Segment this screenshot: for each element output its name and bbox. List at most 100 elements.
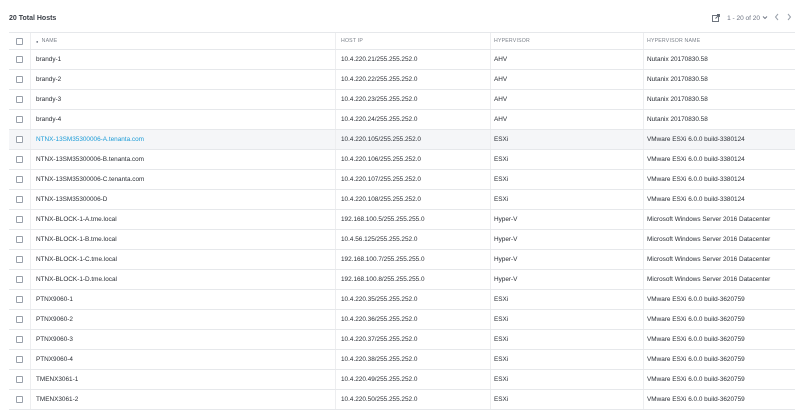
hypervisor-cell: Hyper-V	[494, 230, 644, 249]
hypervisor: ESXi	[494, 316, 509, 323]
table-row[interactable]: brandy-2 10.4.220.22/255.255.252.0 AHV Nuta…	[9, 70, 795, 90]
table-row[interactable]: NTNX-13SM35300006-D 10.4.220.108/255.255.…	[9, 190, 795, 210]
host-name: TMENX3061-1	[36, 376, 79, 383]
table-header-row: ● Name Host IP Hypervisor Hypervisor Nam…	[9, 32, 795, 50]
host-ip-cell: 192.168.100.8/255.255.255.0	[341, 270, 491, 289]
sort-icon: ●	[36, 38, 39, 44]
chevron-right-icon[interactable]	[786, 13, 792, 23]
hypervisor-cell: Hyper-V	[494, 250, 644, 269]
host-ip-cell: 192.168.100.5/255.255.255.0	[341, 210, 491, 229]
total-hosts-label: 20 Total Hosts	[9, 15, 57, 22]
host-ip: 10.4.220.106/255.255.252.0	[341, 156, 421, 163]
table-row[interactable]: NTNX-13SM35300006-B.tenanta.com 10.4.220.…	[9, 150, 795, 170]
row-checkbox[interactable]	[16, 296, 23, 303]
table-tools: 1 - 20 of 20	[711, 13, 792, 23]
column-header-name[interactable]: ● Name	[36, 33, 336, 49]
column-header-hypervisor-name[interactable]: Hypervisor Name	[647, 33, 795, 49]
row-checkbox[interactable]	[16, 136, 23, 143]
row-select-cell	[9, 250, 31, 269]
host-name-cell: NTNX-13SM35300006-D	[36, 190, 336, 209]
hosts-table: ● Name Host IP Hypervisor Hypervisor Nam…	[9, 32, 795, 410]
host-name-cell: brandy-2	[36, 70, 336, 89]
row-checkbox[interactable]	[16, 356, 23, 363]
hypervisor-name-cell: VMware ESXi 6.0.0 build-3620759	[647, 310, 795, 329]
hypervisor-cell: AHV	[494, 110, 644, 129]
host-name: NTNX-BLOCK-1-B.tme.local	[36, 236, 117, 243]
export-icon[interactable]	[711, 13, 721, 23]
table-row[interactable]: PTNX9060-4 10.4.220.38/255.255.252.0 ESXi V…	[9, 350, 795, 370]
column-header-host-ip[interactable]: Host IP	[341, 33, 491, 49]
row-checkbox[interactable]	[16, 156, 23, 163]
column-header-host-ip-label: Host IP	[341, 38, 364, 44]
table-row[interactable]: brandy-4 10.4.220.24/255.255.252.0 AHV Nuta…	[9, 110, 795, 130]
row-checkbox[interactable]	[16, 56, 23, 63]
host-name-link[interactable]: NTNX-13SM35300006-A.tenanta.com	[36, 136, 144, 143]
host-name-cell[interactable]: NTNX-13SM35300006-A.tenanta.com	[36, 130, 336, 149]
row-checkbox[interactable]	[16, 236, 23, 243]
host-name-cell: PTNX9060-3	[36, 330, 336, 349]
hypervisor-name: Microsoft Windows Server 2016 Datacenter	[647, 256, 771, 263]
table-row[interactable]: brandy-3 10.4.220.23/255.255.252.0 AHV Nuta…	[9, 90, 795, 110]
row-checkbox[interactable]	[16, 376, 23, 383]
table-row[interactable]: NTNX-13SM35300006-A.tenanta.com 10.4.220.…	[9, 130, 795, 150]
table-row[interactable]: NTNX-BLOCK-1-B.tme.local 10.4.56.125/255.…	[9, 230, 795, 250]
hypervisor-cell: Hyper-V	[494, 270, 644, 289]
host-name-cell: PTNX9060-2	[36, 310, 336, 329]
table-row[interactable]: PTNX9060-2 10.4.220.36/255.255.252.0 ESXi V…	[9, 310, 795, 330]
hypervisor-name-cell: VMware ESXi 6.0.0 build-3620759	[647, 370, 795, 389]
hypervisor-cell: AHV	[494, 70, 644, 89]
hypervisor: AHV	[494, 116, 508, 123]
host-name: brandy-1	[36, 56, 62, 63]
hypervisor-name: VMware ESXi 6.0.0 build-3380124	[647, 136, 745, 143]
host-ip-cell: 10.4.220.106/255.255.252.0	[341, 150, 491, 169]
row-checkbox[interactable]	[16, 276, 23, 283]
host-name-cell: TMENX3061-1	[36, 370, 336, 389]
host-ip: 10.4.56.125/255.255.252.0	[341, 236, 418, 243]
hypervisor-name-cell: VMware ESXi 6.0.0 build-3620759	[647, 390, 795, 409]
row-checkbox[interactable]	[16, 176, 23, 183]
table-row[interactable]: NTNX-13SM35300006-C.tenanta.com 10.4.220.…	[9, 170, 795, 190]
hypervisor-cell: AHV	[494, 90, 644, 109]
table-row[interactable]: NTNX-BLOCK-1-D.tme.local 192.168.100.8/25…	[9, 270, 795, 290]
hypervisor: AHV	[494, 96, 508, 103]
hypervisor-cell: ESXi	[494, 290, 644, 309]
hypervisor-cell: ESXi	[494, 310, 644, 329]
host-ip-cell: 10.4.220.38/255.255.252.0	[341, 350, 491, 369]
row-checkbox[interactable]	[16, 96, 23, 103]
row-checkbox[interactable]	[16, 336, 23, 343]
host-ip-cell: 10.4.220.37/255.255.252.0	[341, 330, 491, 349]
row-checkbox[interactable]	[16, 116, 23, 123]
host-ip: 10.4.220.49/255.255.252.0	[341, 376, 418, 383]
table-row[interactable]: PTNX9060-1 10.4.220.35/255.255.252.0 ESXi V…	[9, 290, 795, 310]
row-checkbox[interactable]	[16, 396, 23, 403]
row-checkbox[interactable]	[16, 216, 23, 223]
pagination-dropdown[interactable]: 1 - 20 of 20	[727, 15, 768, 22]
hypervisor-name-cell: Microsoft Windows Server 2016 Datacenter	[647, 230, 795, 249]
row-select-cell	[9, 370, 31, 389]
hypervisor-name: Nutanix 20170830.58	[647, 116, 708, 123]
host-ip-cell: 10.4.220.105/255.255.252.0	[341, 130, 491, 149]
table-row[interactable]: TMENX3061-1 10.4.220.49/255.255.252.0 ESXi…	[9, 370, 795, 390]
column-header-hypervisor[interactable]: Hypervisor	[494, 33, 644, 49]
row-checkbox[interactable]	[16, 256, 23, 263]
host-name-cell: brandy-4	[36, 110, 336, 129]
table-row[interactable]: NTNX-BLOCK-1-C.tme.local 192.168.100.7/25…	[9, 250, 795, 270]
host-name-cell: NTNX-BLOCK-1-B.tme.local	[36, 230, 336, 249]
row-checkbox[interactable]	[16, 316, 23, 323]
select-all-checkbox[interactable]	[16, 37, 23, 45]
table-row[interactable]: brandy-1 10.4.220.21/255.255.252.0 AHV Nuta…	[9, 50, 795, 70]
header-select-cell	[9, 33, 31, 49]
host-ip: 10.4.220.35/255.255.252.0	[341, 296, 418, 303]
hypervisor-cell: ESXi	[494, 150, 644, 169]
table-row[interactable]: PTNX9060-3 10.4.220.37/255.255.252.0 ESXi V…	[9, 330, 795, 350]
hypervisor-name: Nutanix 20170830.58	[647, 96, 708, 103]
chevron-left-icon[interactable]	[774, 13, 780, 23]
host-ip: 10.4.220.50/255.255.252.0	[341, 396, 418, 403]
hypervisor-name: Microsoft Windows Server 2016 Datacenter	[647, 216, 771, 223]
row-checkbox[interactable]	[16, 196, 23, 203]
table-row[interactable]: TMENX3061-2 10.4.220.50/255.255.252.0 ESXi…	[9, 390, 795, 410]
host-name: NTNX-BLOCK-1-C.tme.local	[36, 256, 117, 263]
row-checkbox[interactable]	[16, 76, 23, 83]
host-ip: 10.4.220.36/255.255.252.0	[341, 316, 418, 323]
table-row[interactable]: NTNX-BLOCK-1-A.tme.local 192.168.100.5/25…	[9, 210, 795, 230]
